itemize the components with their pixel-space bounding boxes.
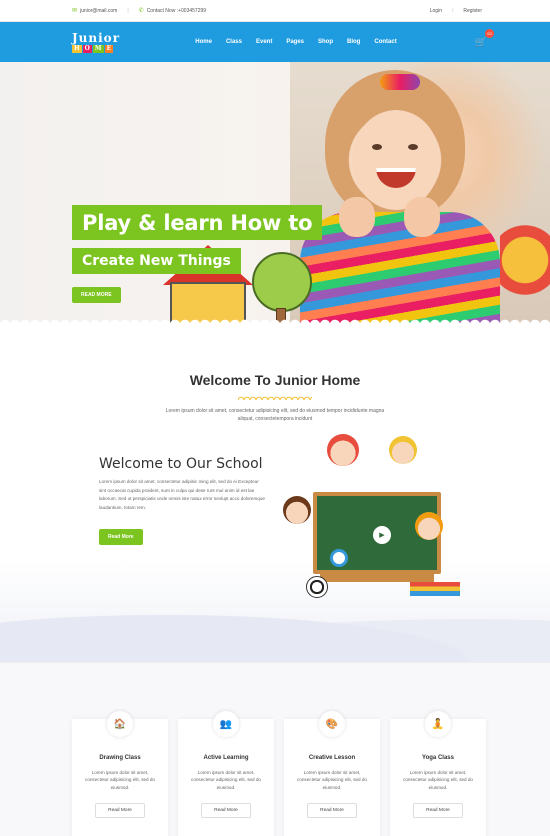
card-text: Lorem ipsum dolor sit amet, consectetur … [85, 770, 155, 790]
topbar-contacts: ✉ junior@mail.com | ✆ Contact Now :+003457… [72, 7, 207, 15]
logo-text: Junior [72, 30, 121, 45]
hand [404, 197, 440, 237]
card-read-more-button[interactable]: Read More [307, 803, 357, 819]
nav-contact[interactable]: Contact [374, 39, 396, 45]
auth-separator: / [451, 7, 454, 14]
topbar-auth: Login / Register [430, 8, 482, 14]
features-section: 🏠 Drawing Class Lorem ipsum dolor sit am… [0, 662, 550, 836]
board-base [320, 574, 434, 582]
hand [339, 197, 375, 237]
creative-icon: 🎨 [319, 711, 345, 737]
logo-letter: O [82, 44, 92, 53]
welcome-section: Welcome To Junior Home Lorem ipsum dolor… [0, 324, 550, 662]
card-read-more-button[interactable]: Read More [413, 803, 463, 819]
card-title: Active Learning [203, 755, 249, 761]
nav-pages[interactable]: Pages [286, 39, 304, 45]
card-title: Drawing Class [99, 755, 141, 761]
welcome-text: Lorem ipsum dolor sit amet, consectetur … [165, 408, 385, 422]
welcome-heading: Welcome To Junior Home [189, 372, 361, 388]
play-icon[interactable]: ▶ [373, 526, 391, 544]
mail-icon: ✉ [72, 8, 78, 14]
cart-button[interactable]: 🛒 03 [472, 29, 494, 51]
smile [376, 168, 416, 188]
phone-item[interactable]: ✆ Contact Now :+003457299 [138, 7, 207, 15]
card-read-more-button[interactable]: Read More [95, 803, 145, 819]
feature-card-drawing: 🏠 Drawing Class Lorem ipsum dolor sit am… [72, 711, 168, 836]
card-text: Lorem ipsum dolor sit amet, consectetur … [191, 770, 261, 790]
drawing-icon: 🏠 [107, 711, 133, 737]
eye [372, 144, 382, 150]
feature-card-creative: 🎨 Creative Lesson Lorem ipsum dolor sit … [284, 711, 380, 836]
learning-icon: 👥 [213, 711, 239, 737]
book-stack [410, 582, 460, 596]
drawn-tree [252, 252, 312, 312]
cart-icon: 🛒 [474, 36, 488, 48]
card-title: Creative Lesson [308, 755, 356, 761]
divider: | [127, 7, 129, 14]
hero-banner: Play & learn How to Create New Things RE… [0, 62, 550, 324]
cloud-divider [0, 602, 550, 662]
kid-figure [415, 512, 443, 540]
nav-shop[interactable]: Shop [318, 39, 333, 45]
school-intro: Welcome to Our School Lorem ipsum dolor … [99, 456, 269, 545]
email-item[interactable]: ✉ junior@mail.com [72, 7, 118, 15]
email-text: junior@mail.com [80, 7, 118, 14]
main-menu: Home Class Event Pages Shop Blog Contact [195, 39, 396, 45]
logo[interactable]: Junior H O M E [72, 32, 120, 53]
kid-figure [283, 496, 311, 524]
feature-card-learning: 👥 Active Learning Lorem ipsum dolor sit … [178, 711, 274, 836]
logo-letter: H [72, 44, 82, 53]
hero-read-more-button[interactable]: READ MORE [72, 287, 121, 303]
register-link[interactable]: Register [463, 8, 482, 14]
kid-figure [389, 436, 417, 464]
card-title: Yoga Class [422, 755, 454, 761]
hair-bow [380, 74, 420, 90]
hero-subtitle: Create New Things [72, 248, 241, 274]
eye [408, 144, 418, 150]
heading-squiggle [238, 394, 312, 400]
card-read-more-button[interactable]: Read More [201, 803, 251, 819]
school-heading: Welcome to Our School [99, 456, 263, 472]
contact-text: Contact Now :+003457299 [146, 7, 207, 14]
clock-icon [330, 549, 348, 567]
main-navbar: Junior H O M E Home Class Event Pages Sh… [0, 22, 550, 62]
nav-blog[interactable]: Blog [347, 39, 360, 45]
nav-home[interactable]: Home [195, 39, 212, 45]
toys [500, 212, 550, 324]
cart-count-badge: 03 [484, 29, 494, 38]
feature-card-yoga: 🧘 Yoga Class Lorem ipsum dolor sit amet,… [390, 711, 486, 836]
card-text: Lorem ipsum dolor sit amet, consectetur … [297, 770, 367, 790]
striped-sweater [300, 212, 500, 324]
nav-event[interactable]: Event [256, 39, 272, 45]
school-text: Lorem ipsum dolor sit amet, consectetur … [99, 479, 265, 511]
girl-face [352, 110, 440, 210]
nav-class[interactable]: Class [226, 39, 242, 45]
logo-home: H O M E [72, 44, 114, 53]
phone-icon: ✆ [138, 8, 144, 14]
logo-letter: M [92, 44, 104, 53]
logo-letter: E [104, 44, 114, 53]
school-read-more-button[interactable]: Read More [99, 528, 143, 545]
feature-cards: 🏠 Drawing Class Lorem ipsum dolor sit am… [72, 711, 486, 836]
topbar: ✉ junior@mail.com | ✆ Contact Now :+003457… [0, 0, 550, 22]
football-icon [306, 576, 328, 598]
yoga-icon: 🧘 [425, 711, 451, 737]
card-text: Lorem ipsum dolor sit amet, consectetur … [403, 770, 473, 790]
login-link[interactable]: Login [430, 8, 442, 14]
hero-title: Play & learn How to [72, 205, 323, 240]
kid-figure [327, 434, 359, 466]
